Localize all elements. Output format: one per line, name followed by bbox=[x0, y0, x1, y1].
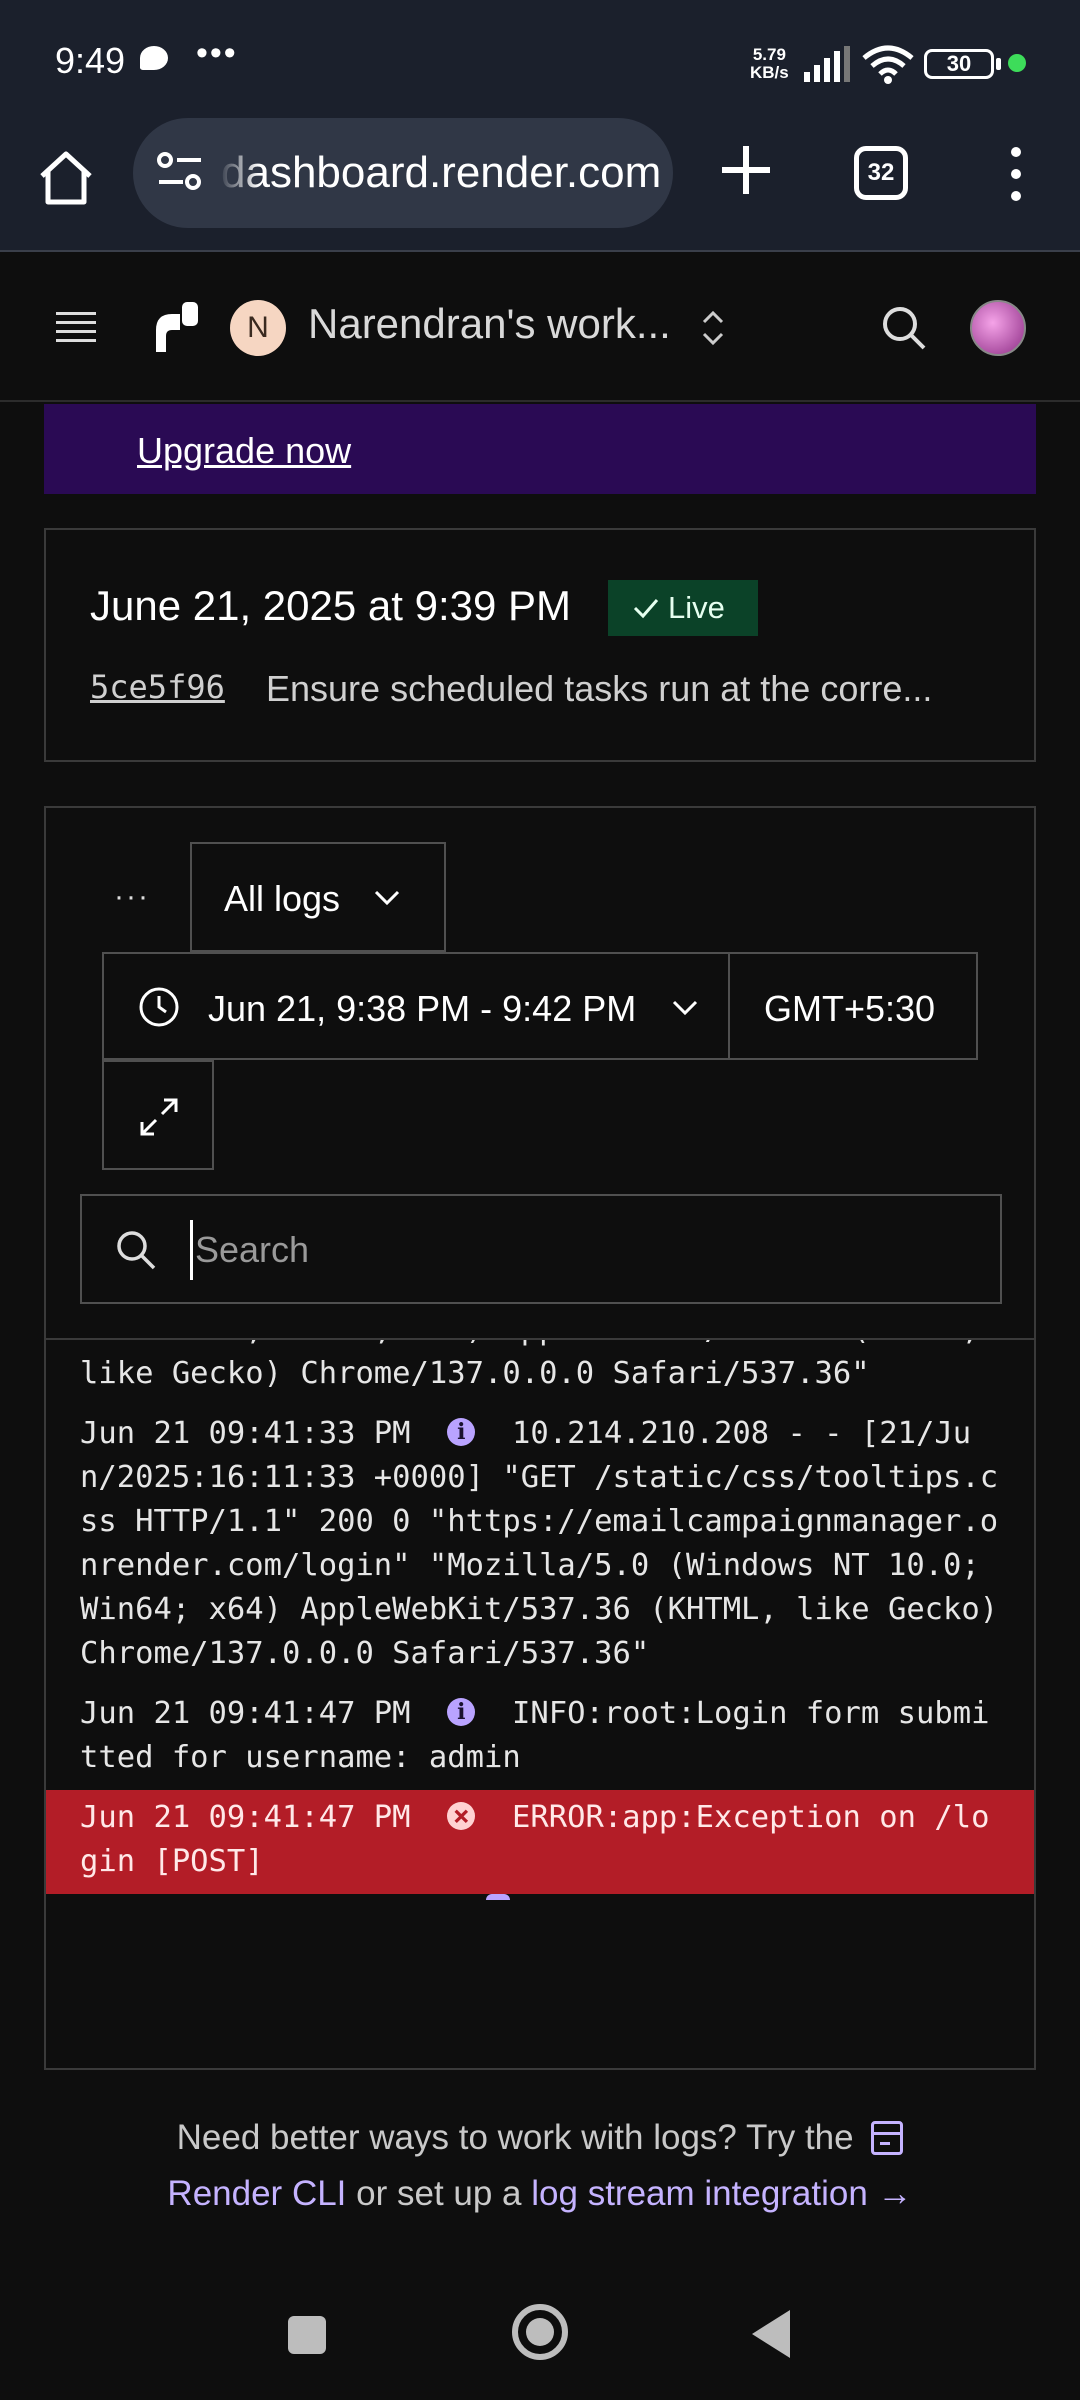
chevron-down-icon bbox=[374, 890, 400, 906]
clock-icon bbox=[139, 987, 179, 1027]
hamburger-menu-icon[interactable] bbox=[56, 310, 96, 342]
expand-icon bbox=[140, 1098, 178, 1136]
privacy-indicator-dot bbox=[1008, 54, 1026, 72]
url-text: dashboard.render.com bbox=[221, 148, 661, 197]
tab-switcher-button[interactable]: 32 bbox=[854, 146, 908, 200]
timezone-button[interactable]: GMT+5:30 bbox=[728, 952, 978, 1060]
chevron-down-icon bbox=[672, 1000, 698, 1016]
render-cli-link[interactable]: Render CLI bbox=[167, 2174, 346, 2213]
chat-notification-icon bbox=[140, 46, 168, 70]
battery-tip bbox=[996, 58, 1001, 70]
upgrade-banner: Upgrade now bbox=[44, 404, 1036, 494]
new-tab-icon[interactable] bbox=[712, 136, 780, 204]
wifi-icon bbox=[862, 45, 914, 84]
deploy-card: June 21, 2025 at 9:39 PM Live 5ce5f96 En… bbox=[44, 528, 1036, 762]
home-button[interactable] bbox=[512, 2304, 568, 2360]
more-notifications-icon: ••• bbox=[196, 34, 238, 72]
browser-menu-icon[interactable] bbox=[996, 144, 1036, 204]
upgrade-now-link[interactable]: Upgrade now bbox=[137, 430, 351, 472]
chevron-up-down-icon[interactable] bbox=[700, 308, 726, 348]
app-header: N Narendran's work... bbox=[0, 252, 1080, 402]
cell-signal-icon bbox=[804, 46, 850, 82]
commit-message: Ensure scheduled tasks run at the corre.… bbox=[266, 668, 933, 709]
log-search-box[interactable] bbox=[80, 1194, 1002, 1304]
status-time: 9:49 bbox=[55, 40, 126, 81]
log-list[interactable]: s NT 10.0; Win64; x64) AppleWebKit/537.3… bbox=[46, 1340, 1034, 2068]
error-icon bbox=[447, 1794, 476, 1838]
log-search-input[interactable] bbox=[190, 1220, 970, 1280]
info-icon bbox=[486, 1894, 510, 1900]
search-icon[interactable] bbox=[878, 302, 930, 354]
site-settings-icon[interactable] bbox=[155, 150, 205, 194]
log-message: s NT 10.0; Win64; x64) AppleWebKit/537.3… bbox=[80, 1340, 980, 1391]
log-type-dropdown[interactable]: All logs bbox=[190, 842, 446, 952]
info-icon bbox=[447, 1410, 476, 1454]
address-bar[interactable]: dashboard.render.com bbox=[133, 118, 673, 228]
more-options-button[interactable]: ··· bbox=[114, 880, 154, 920]
network-speed-value: 5.79 bbox=[752, 45, 786, 64]
time-range-label: Jun 21, 9:38 PM - 9:42 PM bbox=[208, 988, 637, 1029]
url-fade bbox=[219, 138, 259, 208]
status-bar: 9:49 ••• 5.79 KB/s 30 bbox=[0, 0, 1080, 118]
hint-text: or set up a bbox=[356, 2174, 522, 2213]
info-icon bbox=[447, 1690, 476, 1734]
log-timestamp: Jun 21 09:41:47 PM bbox=[80, 1696, 411, 1731]
check-icon bbox=[633, 599, 659, 619]
system-nav-bar bbox=[0, 2274, 1080, 2400]
workspace-avatar[interactable]: N bbox=[230, 300, 286, 356]
recent-apps-button[interactable] bbox=[288, 2316, 326, 2354]
commit-hash-link[interactable]: 5ce5f96 bbox=[90, 668, 225, 706]
log-entry-error: Jun 21 09:41:47 PM ERROR:app:Exception o… bbox=[46, 1790, 1034, 1894]
live-status-label: Live bbox=[668, 590, 725, 625]
hint-text: Need better ways to work with logs? Try … bbox=[176, 2118, 854, 2157]
network-speed-unit: KB/s bbox=[750, 63, 789, 82]
render-logo-icon[interactable] bbox=[152, 300, 200, 352]
log-entry: s NT 10.0; Win64; x64) AppleWebKit/537.3… bbox=[46, 1340, 1034, 1406]
network-speed: 5.79 KB/s bbox=[750, 46, 789, 82]
log-tools-hint: Need better ways to work with logs? Try … bbox=[0, 2110, 1080, 2222]
fullscreen-button[interactable] bbox=[102, 1060, 214, 1170]
live-status-badge: Live bbox=[608, 580, 758, 636]
logs-panel: ··· All logs Jun 21, 9:38 PM - 9:42 PM G… bbox=[44, 806, 1036, 2070]
search-icon bbox=[117, 1231, 156, 1270]
log-timestamp: Jun 21 09:41:33 PM bbox=[80, 1416, 411, 1451]
back-button[interactable] bbox=[752, 2310, 790, 2358]
battery-icon: 30 bbox=[924, 49, 994, 79]
timezone-label: GMT+5:30 bbox=[764, 988, 936, 1029]
log-type-label: All logs bbox=[224, 878, 341, 919]
browser-toolbar: dashboard.render.com 32 bbox=[0, 118, 1080, 252]
log-message: 10.214.210.208 - - [21/Jun/2025:16:11:33… bbox=[80, 1416, 1017, 1671]
log-timestamp: Jun 21 09:41:47 PM bbox=[80, 1800, 411, 1835]
time-range-dropdown[interactable]: Jun 21, 9:38 PM - 9:42 PM bbox=[102, 952, 728, 1060]
cli-icon bbox=[871, 2121, 904, 2155]
deploy-date: June 21, 2025 at 9:39 PM bbox=[90, 582, 572, 629]
log-stream-link[interactable]: log stream integration → bbox=[531, 2174, 912, 2213]
user-avatar[interactable] bbox=[970, 300, 1026, 356]
workspace-name[interactable]: Narendran's work... bbox=[308, 300, 671, 348]
log-entry bbox=[46, 1894, 1034, 1924]
log-entry: Jun 21 09:41:33 PM 10.214.210.208 - - [2… bbox=[46, 1406, 1034, 1686]
log-entry: Jun 21 09:41:47 PM INFO:root:Login form … bbox=[46, 1686, 1034, 1790]
home-icon[interactable] bbox=[36, 148, 96, 208]
